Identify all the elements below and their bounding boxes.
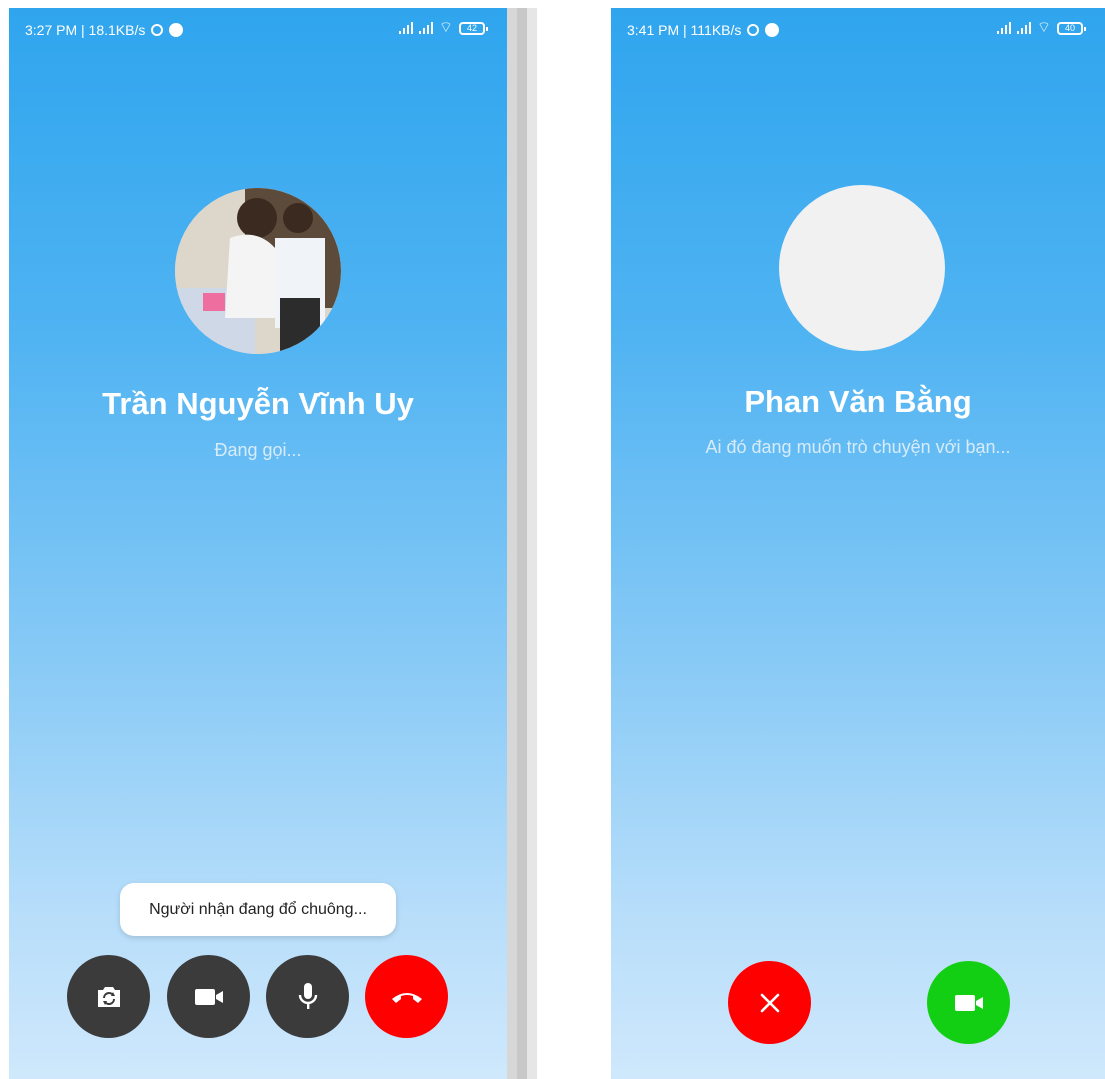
caller-name: Trần Nguyễn Vĩnh Uy xyxy=(102,386,414,421)
signal-icon xyxy=(418,22,433,34)
incoming-call-screen: 3:41 PM | 111KB/s ⌔ 40 Phan Văn Bằng Ai … xyxy=(611,8,1105,1079)
call-status: Đang gọi... xyxy=(214,440,302,460)
battery-icon: 40 xyxy=(1057,21,1086,35)
decline-call-button[interactable] xyxy=(728,961,811,1044)
call-status: Ai đó đang muốn trò chuyện với bạn... xyxy=(705,437,1011,457)
alarm-icon xyxy=(747,24,760,36)
status-time: 3:27 PM | 18.1KB/s xyxy=(25,22,146,38)
outgoing-call-screen: 3:27 PM | 18.1KB/s ⌔ 42 Trần Nguyễn Vĩnh… xyxy=(9,8,507,1079)
signal-icon xyxy=(996,22,1011,34)
wifi-icon: ⌔ xyxy=(438,19,453,36)
video-camera-icon xyxy=(954,994,983,1011)
close-icon xyxy=(760,993,779,1012)
video-camera-icon xyxy=(194,988,223,1005)
avatar-photo xyxy=(175,188,341,354)
video-toggle-button[interactable] xyxy=(167,955,250,1038)
signal-icon xyxy=(398,22,413,34)
wifi-icon: ⌔ xyxy=(1036,19,1051,36)
status-time: 3:41 PM | 111KB/s xyxy=(627,22,742,38)
switch-camera-button[interactable] xyxy=(67,955,150,1038)
avatar xyxy=(175,188,341,354)
ringing-toast: Người nhận đang đổ chuông... xyxy=(120,883,396,936)
alarm-icon xyxy=(151,24,164,36)
avatar xyxy=(779,185,945,351)
mute-button[interactable] xyxy=(266,955,349,1038)
accept-video-call-button[interactable] xyxy=(927,961,1010,1044)
hang-up-icon xyxy=(391,992,422,1003)
battery-icon: 42 xyxy=(459,21,488,35)
status-bar: 3:41 PM | 111KB/s ⌔ 40 xyxy=(611,8,1105,48)
vpn-icon xyxy=(169,23,184,37)
signal-icon xyxy=(1016,22,1031,34)
status-bar: 3:27 PM | 18.1KB/s ⌔ 42 xyxy=(9,8,507,48)
switch-camera-icon xyxy=(97,986,120,1007)
caller-name: Phan Văn Bằng xyxy=(744,384,972,419)
vpn-icon xyxy=(765,23,780,37)
microphone-icon xyxy=(298,982,317,1009)
end-call-button[interactable] xyxy=(365,955,448,1038)
